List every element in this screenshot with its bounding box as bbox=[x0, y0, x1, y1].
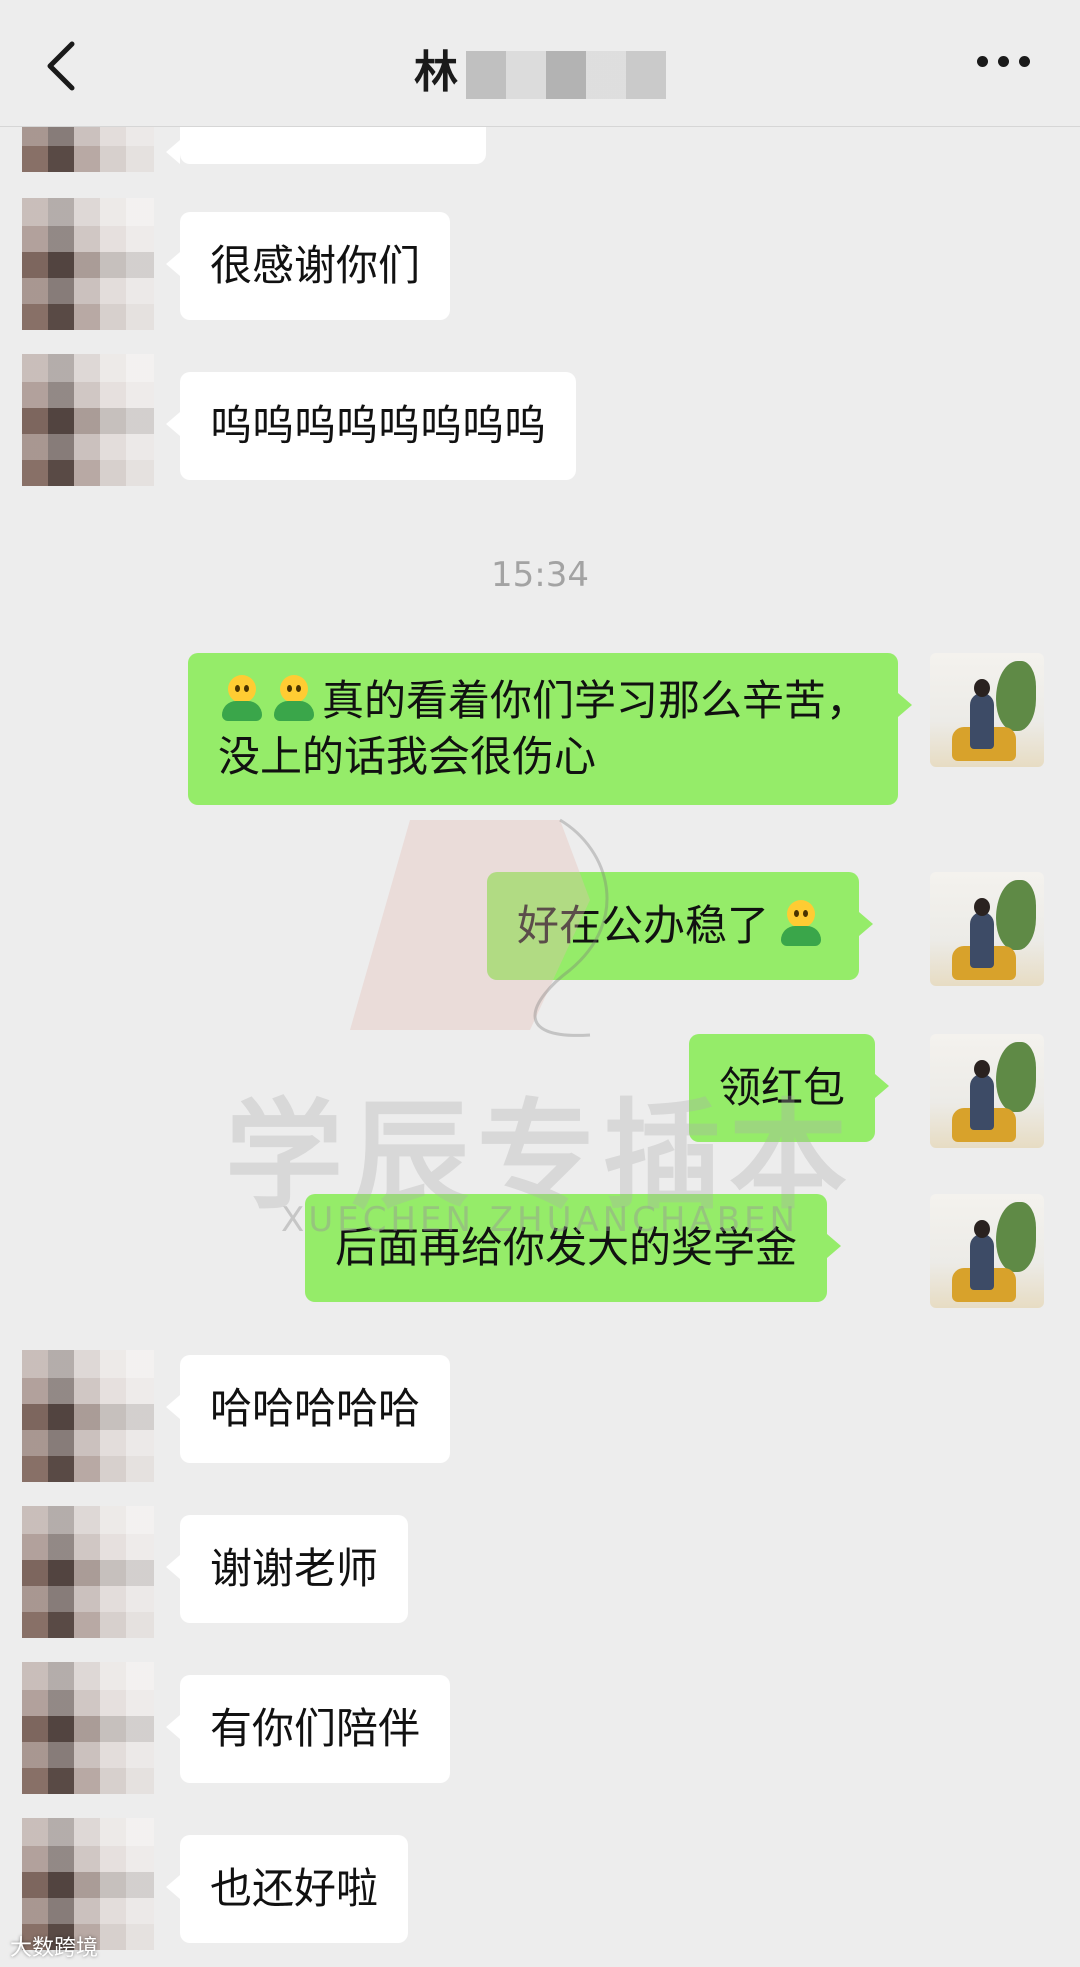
message-bubble-self: 领红包 bbox=[689, 1034, 890, 1142]
timestamp: 15:34 bbox=[491, 555, 589, 595]
message-bubble: 有你们陪伴 bbox=[165, 1675, 451, 1783]
chat-header: 林 bbox=[0, 0, 1080, 127]
avatar-self[interactable] bbox=[930, 653, 1044, 767]
message-bubble: 谢谢老师 bbox=[165, 1515, 409, 1623]
message-bubble-self: 后面再给你发大的奖学金 bbox=[305, 1194, 842, 1302]
avatar-self[interactable] bbox=[930, 872, 1044, 986]
person-emoji-icon bbox=[270, 675, 318, 723]
avatar[interactable] bbox=[22, 1662, 154, 1794]
message-bubble: 也还好啦 bbox=[165, 1835, 409, 1943]
message-bubble-self: 真的看着你们学习那么辛苦，没上的话我会很伤心 bbox=[188, 653, 912, 805]
avatar-self[interactable] bbox=[930, 1034, 1044, 1148]
blurred-name-mask bbox=[466, 51, 666, 99]
avatar[interactable] bbox=[22, 354, 154, 486]
person-emoji-icon bbox=[777, 900, 825, 948]
message-bubble: 呜呜呜呜呜呜呜呜 bbox=[165, 372, 577, 480]
chat-title: 林 bbox=[0, 36, 1080, 100]
person-emoji-icon bbox=[218, 675, 266, 723]
avatar[interactable] bbox=[22, 1506, 154, 1638]
message-bubble-self: 好在公办稳了 bbox=[487, 872, 874, 980]
more-dots-icon[interactable] bbox=[972, 52, 1042, 76]
message-bubble: 哈哈哈哈哈 bbox=[165, 1355, 451, 1463]
corner-watermark: 大数跨境 bbox=[10, 1936, 99, 1961]
avatar[interactable] bbox=[22, 1350, 154, 1482]
message-text: 好在公办稳了 bbox=[517, 901, 770, 950]
contact-name: 林 bbox=[414, 47, 460, 98]
message-bubble: 很感谢你们 bbox=[165, 212, 451, 320]
avatar[interactable] bbox=[22, 198, 154, 330]
avatar-self[interactable] bbox=[930, 1194, 1044, 1308]
